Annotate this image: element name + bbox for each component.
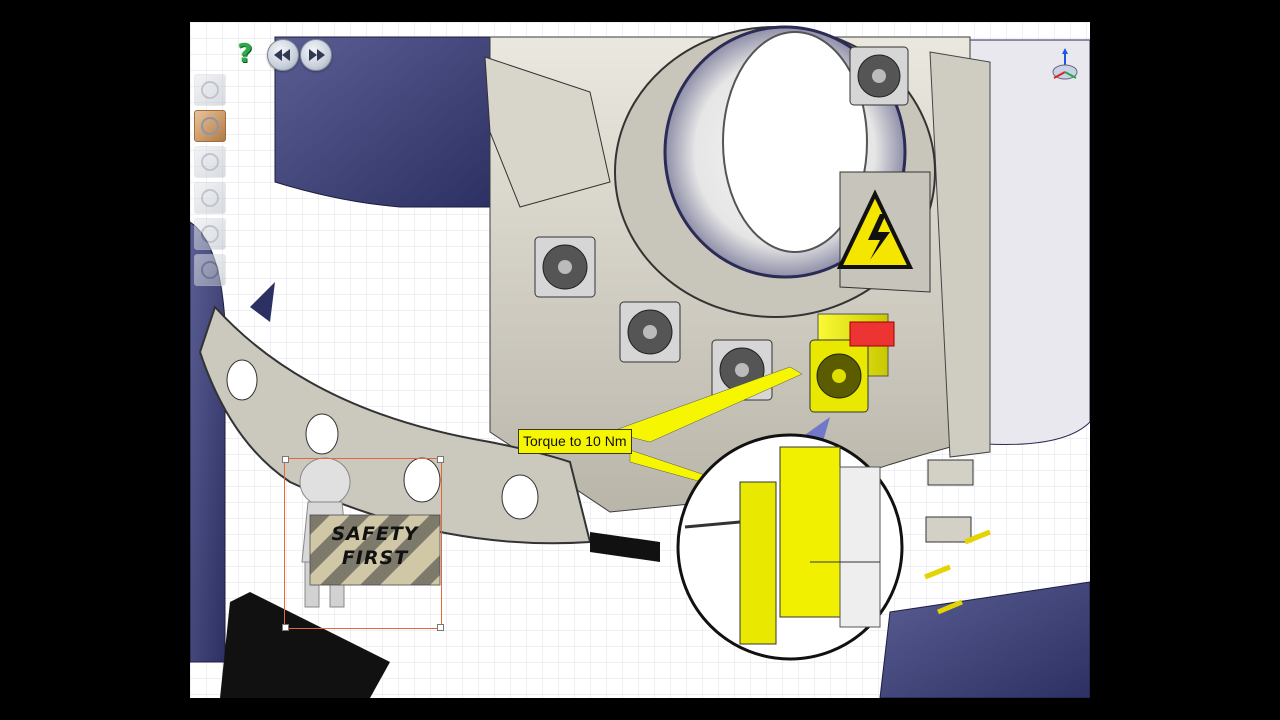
orientation-triad-icon[interactable] — [1048, 46, 1082, 86]
step-thumbnail-6[interactable] — [194, 254, 226, 286]
step-thumbnail-4[interactable] — [194, 182, 226, 214]
fan-4 — [849, 46, 909, 106]
flange-hole-1 — [226, 359, 258, 401]
resize-handle[interactable] — [437, 456, 444, 463]
safety-sign-text: SAFETY FIRST — [315, 522, 435, 570]
viewer-canvas[interactable]: SAFETY FIRST Torque to 10 Nm ? — [190, 22, 1090, 698]
step-thumbnail-1[interactable] — [194, 74, 226, 106]
step-thumbnails — [194, 74, 228, 290]
rewind-icon — [274, 49, 290, 61]
warning-box — [836, 171, 931, 293]
next-step-button[interactable] — [300, 39, 332, 71]
resize-handle[interactable] — [282, 624, 289, 631]
fan-1 — [534, 236, 596, 298]
flange-hole-4 — [501, 474, 539, 520]
fast-forward-icon — [309, 49, 325, 61]
torque-callout[interactable]: Torque to 10 Nm — [518, 429, 632, 454]
flange-hole-2 — [305, 413, 339, 455]
slot-1 — [927, 459, 974, 486]
step-thumbnail-5[interactable] — [194, 218, 226, 250]
step-thumbnail-2[interactable] — [194, 110, 226, 142]
zoom-detail — [676, 433, 904, 661]
help-button[interactable]: ? — [230, 38, 260, 70]
resize-handle[interactable] — [282, 456, 289, 463]
previous-step-button[interactable] — [267, 39, 299, 71]
step-thumbnail-3[interactable] — [194, 146, 226, 178]
resize-handle[interactable] — [437, 624, 444, 631]
slot-2 — [925, 516, 972, 543]
fan-2 — [619, 301, 681, 363]
sign-line-1: SAFETY — [331, 523, 419, 545]
sign-line-2: FIRST — [341, 547, 409, 569]
help-icon: ? — [237, 39, 253, 69]
